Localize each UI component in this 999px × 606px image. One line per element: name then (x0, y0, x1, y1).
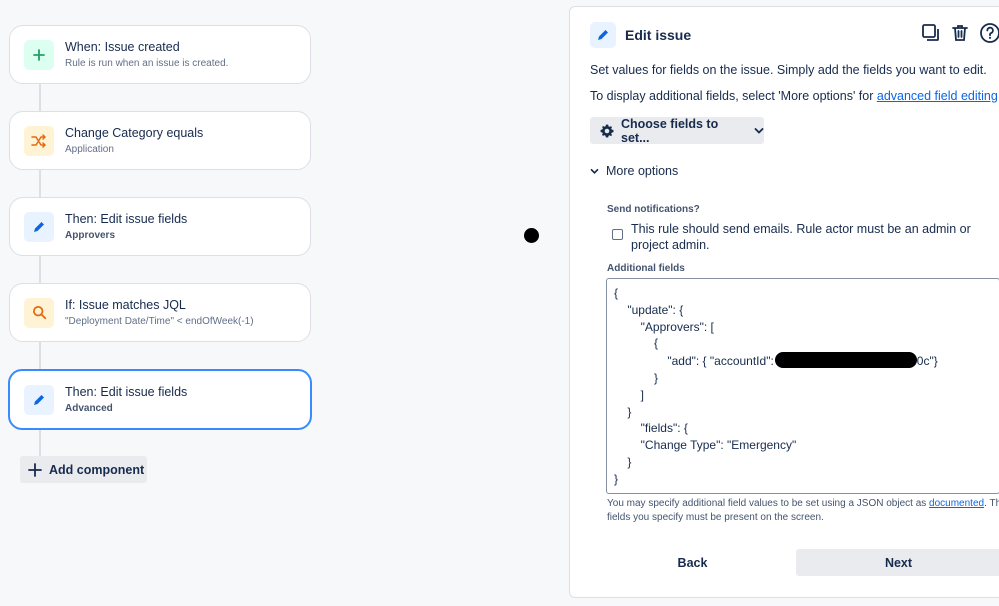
add-component-label: Add component (49, 462, 145, 477)
json-add-suffix: 0c"} (916, 354, 938, 369)
additional-fields-help: You may specify additional field values … (607, 497, 999, 525)
chevron-down-icon (754, 127, 764, 135)
choose-fields-dropdown[interactable]: Choose fields to set... (590, 116, 764, 145)
card-title: Then: Edit issue fields (65, 384, 188, 399)
help-text-prefix: You may specify additional field values … (607, 498, 930, 509)
search-icon (24, 297, 54, 328)
card-subtitle: Advanced (65, 402, 113, 414)
display-hint-text: To display additional fields, select 'Mo… (590, 89, 877, 103)
rule-card-trigger[interactable]: When: Issue created Rule is run when an … (9, 25, 311, 84)
rule-card-edit-approvers[interactable]: Then: Edit issue fields Approvers (9, 197, 311, 256)
back-button[interactable]: Back (590, 549, 795, 576)
duplicate-icon[interactable] (921, 23, 941, 43)
card-title: When: Issue created (65, 39, 180, 54)
json-line: "Change Type": "Emergency" (614, 438, 797, 453)
additional-fields-textarea[interactable]: { "update": { "Approvers": [ { "add": { … (606, 278, 999, 494)
json-line: "update": { (614, 302, 684, 317)
json-line: "Approvers": [ (614, 319, 714, 334)
panel-description: Set values for fields on the issue. Simp… (590, 63, 987, 77)
pencil-icon (24, 384, 54, 415)
rule-card-condition-category[interactable]: Change Category equals Application (9, 111, 311, 170)
json-line: "fields": { (614, 421, 688, 436)
send-notifications-label: Send notifications? (607, 204, 700, 215)
chevron-down-icon (590, 168, 599, 175)
json-line: ] (614, 387, 645, 402)
send-notifications-text: This rule should send emails. Rule actor… (631, 222, 971, 252)
redaction-bar (774, 352, 917, 369)
advanced-field-editing-link[interactable]: advanced field editing (877, 89, 998, 103)
card-subtitle: Application (65, 143, 114, 155)
json-line: } (614, 370, 659, 385)
json-line: { (614, 286, 619, 300)
display-hint: To display additional fields, select 'Mo… (590, 89, 999, 103)
card-subtitle: Approvers (65, 229, 116, 241)
json-line: } (614, 454, 632, 469)
additional-fields-label: Additional fields (607, 263, 685, 274)
more-options-toggle[interactable]: More options (590, 164, 678, 178)
more-options-label: More options (606, 164, 679, 178)
card-subtitle: "Deployment Date/Time" < endOfWeek(-1) (65, 315, 254, 327)
gear-icon (599, 123, 615, 139)
json-line: } (614, 404, 632, 419)
next-button[interactable]: Next (796, 549, 999, 576)
rule-card-jql-condition[interactable]: If: Issue matches JQL "Deployment Date/T… (9, 283, 311, 342)
send-notifications-checkbox[interactable] (612, 229, 623, 240)
plus-icon (28, 462, 42, 477)
panel-title: Edit issue (625, 27, 692, 43)
json-add-text: "add": { "accountId": (614, 354, 774, 369)
pencil-icon (590, 22, 616, 48)
edit-issue-panel: Edit issue Set values for fields on the … (569, 6, 999, 598)
json-line: } (614, 471, 619, 486)
cursor-dot (524, 228, 539, 243)
pencil-icon (24, 211, 54, 242)
add-component-button[interactable]: Add component (20, 456, 147, 483)
plus-icon (24, 39, 54, 70)
rule-card-edit-advanced[interactable]: Then: Edit issue fields Advanced (8, 369, 312, 430)
card-title: Change Category equals (65, 125, 204, 140)
documented-link[interactable]: documented (929, 498, 984, 509)
help-icon[interactable] (979, 22, 999, 44)
delete-icon[interactable] (950, 23, 970, 43)
json-line-add: "add": { "accountId": 0c"} (614, 352, 992, 370)
choose-fields-label: Choose fields to set... (621, 116, 719, 145)
json-line: { (614, 336, 659, 351)
card-title: Then: Edit issue fields (65, 211, 188, 226)
card-subtitle: Rule is run when an issue is created. (65, 57, 229, 69)
card-title: If: Issue matches JQL (65, 297, 186, 312)
branch-shuffle-icon (24, 125, 54, 156)
